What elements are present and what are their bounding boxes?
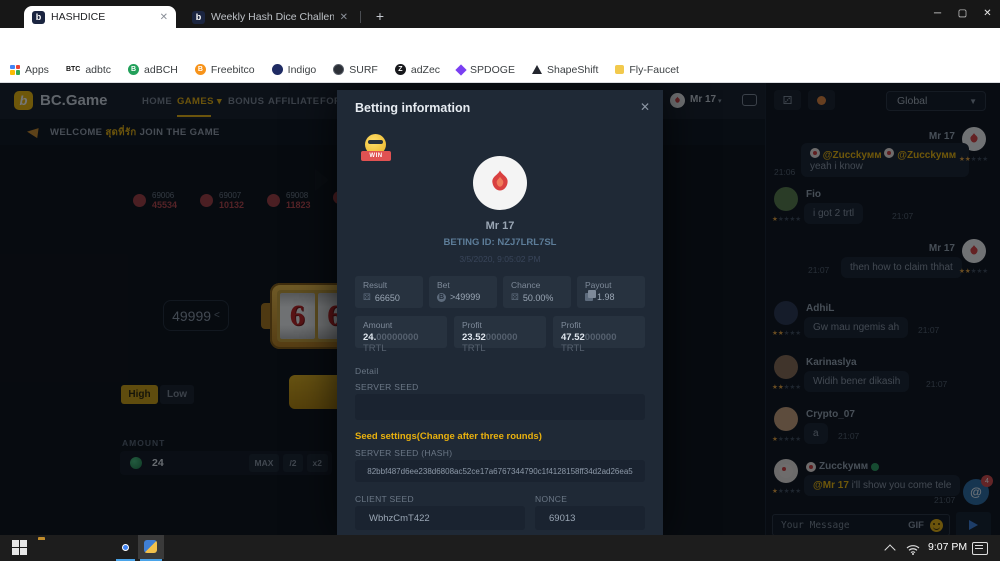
app-icon-orange-2[interactable] (92, 540, 108, 556)
dice-icon: ⚄ (363, 292, 371, 303)
coin-icon: B (437, 293, 446, 302)
win-badge: WIN (361, 134, 391, 166)
browser-titlebar: b HASHDICE ✕ b Weekly Hash Dice Challeng… (0, 0, 1000, 28)
tray-expand-icon[interactable] (884, 544, 895, 555)
tab-title: HASHDICE (51, 11, 154, 23)
wifi-icon[interactable] (906, 542, 922, 558)
modal-username: Mr 17 (337, 220, 663, 232)
detail-label: Detail (355, 366, 379, 376)
bookmark-freebitco[interactable]: B Freebitco (195, 64, 255, 76)
apps-grid-icon (10, 65, 20, 75)
chrome-taskbar-icon[interactable] (118, 540, 134, 556)
flyfaucet-icon (615, 65, 624, 74)
modal-datetime: 3/5/2020, 9:05:02 PM (337, 254, 663, 264)
tab-close-icon[interactable]: ✕ (160, 12, 168, 23)
client-seed-label: CLIENT SEED (355, 494, 414, 504)
app-icon-orange-1[interactable] (64, 540, 80, 556)
tab-title: Weekly Hash Dice Challenge - Se (211, 11, 334, 23)
surf-globe-icon (333, 64, 344, 75)
bcgame-page: b BC.Game HOME GAMES ▾ BONUS AFFILIATE F… (0, 83, 1000, 535)
bookmark-indigo[interactable]: Indigo (272, 64, 317, 76)
browser-toolbar: ← → ↻ bc.game/roll ⊕ ☆ 1. (0, 28, 1000, 57)
shapeshift-icon (532, 65, 542, 74)
bookmark-adbtc[interactable]: BTC adbtc (66, 64, 111, 76)
taskbar-clock[interactable]: 9:07 PM (928, 541, 967, 553)
stat-amount: Amount 24.00000000 TRTL (355, 316, 447, 348)
betting-info-modal: Betting information ✕ WIN Mr 17 BETING I… (337, 90, 663, 535)
adzec-icon: Z (395, 64, 406, 75)
indigo-icon (272, 64, 283, 75)
server-seed-label: SERVER SEED (355, 382, 419, 392)
tab-separator (360, 11, 361, 23)
stat-profit: Profit 23.52000000 TRTL (454, 316, 546, 348)
screen: b HASHDICE ✕ b Weekly Hash Dice Challeng… (0, 0, 1000, 561)
bookmark-adbch[interactable]: B adBCH (128, 64, 178, 76)
bookmark-shapeshift[interactable]: ShapeShift (532, 64, 598, 76)
stat-result: Result ⚄66650 (355, 276, 423, 308)
bookmark-adzec[interactable]: Z adZec (395, 64, 440, 76)
stat-payout: Payout 1.98 (577, 276, 645, 308)
dice-icon: ⚄ (511, 292, 519, 303)
active-app-tile[interactable] (138, 535, 164, 559)
windows-taskbar: 9:07 PM (0, 535, 1000, 561)
sunglasses-icon (368, 140, 383, 144)
modal-betting-id: BETING ID: NZJ7LRL7SL (337, 237, 663, 248)
server-seed-hash-label: SERVER SEED (HASH) (355, 448, 452, 458)
tab-weekly-challenge[interactable]: b Weekly Hash Dice Challenge - Se ✕ (184, 6, 356, 28)
cards-icon (585, 293, 593, 301)
freebitco-icon: B (195, 64, 206, 75)
modal-title: Betting information (355, 101, 470, 115)
stat-profit-total: Profit 47.52000000 TRTL (553, 316, 645, 348)
stat-bet: Bet B>49999 (429, 276, 497, 308)
bookmarks-bar: Apps BTC adbtc B adBCH B Freebitco Indig… (0, 57, 1000, 83)
nonce-field[interactable]: 69013 (535, 506, 645, 530)
btc-text-icon: BTC (66, 66, 80, 73)
seed-settings-heading: Seed settings(Change after three rounds) (355, 431, 542, 442)
modal-avatar-phoenix[interactable] (473, 156, 527, 210)
tab-close-icon[interactable]: ✕ (340, 12, 348, 23)
bcgame-favicon: b (32, 11, 45, 24)
start-button[interactable] (12, 540, 28, 556)
tab-hashdice[interactable]: b HASHDICE ✕ (24, 6, 176, 28)
adbch-icon: B (128, 64, 139, 75)
client-seed-field[interactable]: WbhzCmT422 (355, 506, 525, 530)
bookmark-apps[interactable]: Apps (10, 64, 49, 76)
new-tab-icon[interactable]: + (370, 6, 390, 26)
window-close-icon[interactable]: ✕ (975, 0, 1000, 28)
modal-close-icon[interactable]: ✕ (640, 100, 650, 114)
action-center-icon[interactable] (972, 542, 988, 555)
nonce-label: NONCE (535, 494, 567, 504)
maximize-icon[interactable]: ▢ (950, 0, 975, 28)
stat-chance: Chance ⚄50.00% (503, 276, 571, 308)
server-seed-field[interactable] (355, 394, 645, 420)
win-ribbon: WIN (361, 151, 391, 161)
spdoge-icon (455, 64, 466, 75)
bookmark-surf[interactable]: SURF (333, 64, 378, 76)
file-explorer-icon[interactable] (38, 540, 54, 556)
bookmark-spdoge[interactable]: SPDOGE (457, 64, 515, 76)
server-seed-hash-field[interactable]: 82bbf487d6ee238d6808ac52ce17a6767344790c… (355, 460, 645, 482)
bookmark-flyfaucet[interactable]: Fly-Faucet (615, 64, 679, 76)
bcgame-favicon: b (192, 11, 205, 24)
minimize-icon[interactable]: ─ (925, 0, 950, 28)
